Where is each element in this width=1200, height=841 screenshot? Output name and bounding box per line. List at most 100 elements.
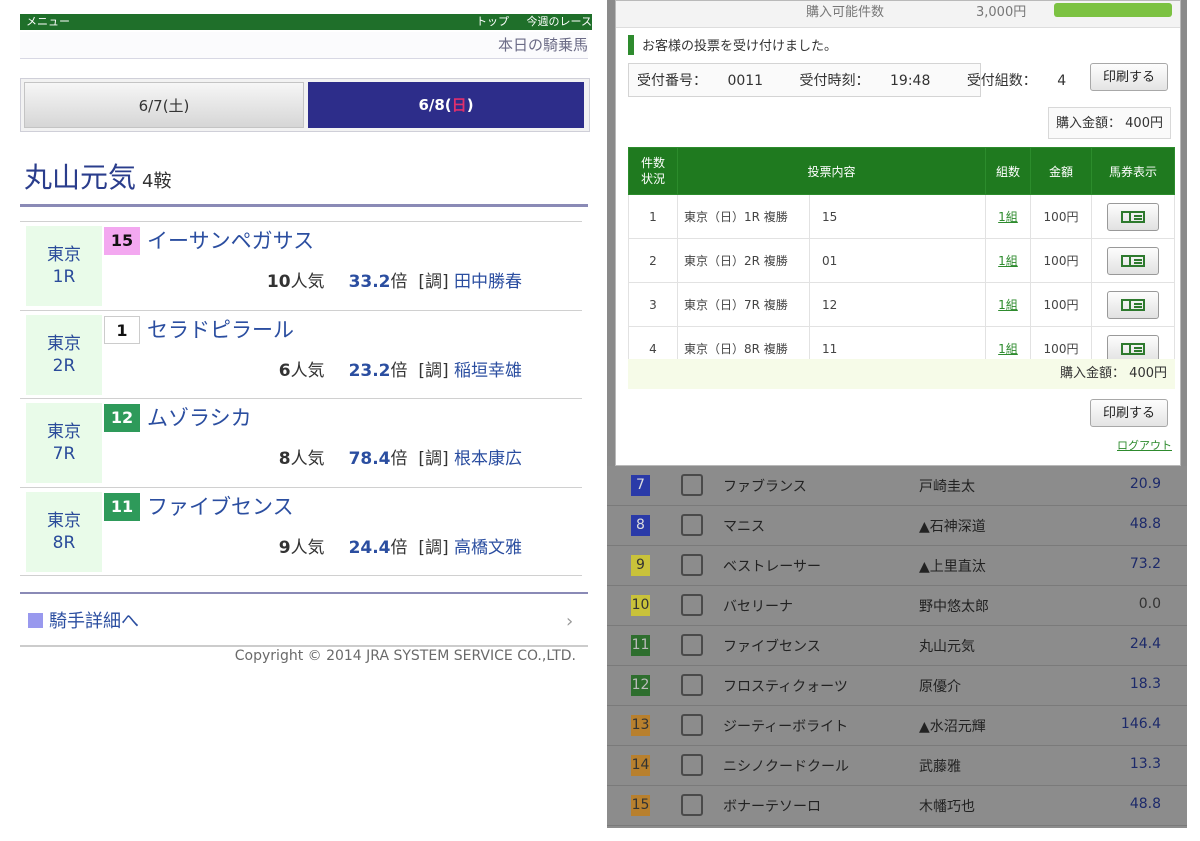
total-value: 400円 bbox=[1125, 116, 1163, 131]
race-number: 8R bbox=[52, 532, 76, 553]
select-checkbox[interactable] bbox=[681, 674, 703, 696]
total-label: 購入金額： bbox=[1060, 366, 1126, 381]
bet-row: 3 東京（日）7R 複勝 12 1組 100円 bbox=[628, 282, 1175, 327]
ride-row[interactable]: 東京 8R 11 ファイブセンス 9人気 24.4倍 [調] 高橋文雅 bbox=[20, 486, 582, 574]
odds-value: 13.3 bbox=[1129, 756, 1161, 772]
receipt-number-label: 受付番号： bbox=[637, 73, 707, 89]
select-checkbox[interactable] bbox=[681, 714, 703, 736]
top-bar: メニュー トップ 今週のレース bbox=[20, 14, 592, 30]
ride-row[interactable]: 東京 1R 15 イーサンペガサス 10人気 33.2倍 [調] 田中勝春 bbox=[20, 221, 582, 308]
odds-unit: 倍 bbox=[390, 449, 408, 469]
print-button-bottom[interactable]: 印刷する bbox=[1090, 399, 1168, 427]
horse-number-badge: 11 bbox=[631, 635, 650, 656]
select-checkbox[interactable] bbox=[681, 754, 703, 776]
select-checkbox[interactable] bbox=[681, 634, 703, 656]
bets-table: 件数 状況 投票内容 組数 金額 馬券表示 1 東京（日）1R 複勝 15 1組 100… bbox=[628, 147, 1175, 371]
horse-name: ジーティーボライト bbox=[723, 719, 849, 735]
bet-combos-cell: 1組 bbox=[985, 238, 1031, 283]
odds-value: 20.9 bbox=[1129, 476, 1161, 492]
bet-row: 2 東京（日）2R 複勝 01 1組 100円 bbox=[628, 238, 1175, 283]
bet-combos-link[interactable]: 1組 bbox=[998, 254, 1018, 268]
green-button[interactable] bbox=[1054, 3, 1172, 17]
odds-value: 78.4 bbox=[348, 449, 391, 469]
receipt-count-value: 4 bbox=[1057, 73, 1067, 89]
bet-combos-link[interactable]: 1組 bbox=[998, 210, 1018, 224]
top-link[interactable]: トップ bbox=[476, 15, 509, 28]
horse-row: 10 バセリーナ 野中悠太郎 0.0 bbox=[607, 586, 1187, 626]
this-week-races-link[interactable]: 今週のレース bbox=[527, 15, 592, 28]
race-number: 7R bbox=[52, 444, 76, 464]
popularity-number: 6 bbox=[278, 360, 291, 381]
ride-meta: 6人気 23.2倍 [調] 稲垣幸雄 bbox=[279, 358, 522, 384]
horse-name: ボナーテソーロ bbox=[723, 799, 821, 815]
odds-value: 24.4 bbox=[1129, 636, 1161, 652]
bet-index: 1 bbox=[628, 194, 678, 239]
accent-bar bbox=[628, 35, 634, 55]
popularity-unit: 人気 bbox=[290, 449, 325, 469]
horse-number-badge: 13 bbox=[631, 715, 650, 736]
popularity-unit: 人気 bbox=[290, 272, 325, 292]
horse-name: マニス bbox=[723, 519, 765, 535]
tab-sunday[interactable]: 6/8(日) bbox=[308, 82, 584, 128]
trainer-link[interactable]: 高橋文雅 bbox=[454, 538, 522, 558]
top-nav: トップ 今週のレース bbox=[462, 14, 592, 30]
popularity-number: 8 bbox=[278, 449, 291, 469]
trainer-link[interactable]: 根本康広 bbox=[454, 449, 522, 469]
select-checkbox[interactable] bbox=[681, 514, 703, 536]
ride-count: 4鞍 bbox=[142, 171, 172, 192]
col-status: 件数 状況 bbox=[628, 147, 678, 195]
col-ticket: 馬券表示 bbox=[1091, 147, 1175, 195]
copyright: Copyright © 2014 JRA SYSTEM SERVICE CO.,… bbox=[234, 648, 576, 664]
horse-name-link[interactable]: ムゾラシカ bbox=[147, 404, 252, 432]
ticket-icon bbox=[1121, 210, 1145, 223]
divider bbox=[20, 575, 582, 576]
bet-content: 東京（日）7R 複勝 bbox=[677, 282, 810, 327]
select-checkbox[interactable] bbox=[681, 794, 703, 816]
horse-name-link[interactable]: イーサンペガサス bbox=[147, 227, 314, 255]
horse-number-badge: 15 bbox=[104, 227, 140, 255]
ticket-icon bbox=[1121, 254, 1145, 267]
logout-link[interactable]: ログアウト bbox=[1117, 437, 1172, 453]
trainer-tag: [調] bbox=[418, 449, 449, 469]
receipt-count-label: 受付組数： bbox=[966, 73, 1037, 89]
receipt-number-value: 0011 bbox=[727, 73, 764, 89]
odds-value: 24.4 bbox=[348, 537, 391, 558]
ticket-view-button[interactable] bbox=[1107, 246, 1159, 275]
ticket-view-button[interactable] bbox=[1107, 290, 1159, 319]
trainer-link[interactable]: 田中勝春 bbox=[454, 272, 522, 292]
ride-row[interactable]: 東京 2R 1 セラドピラール 6人気 23.2倍 [調] 稲垣幸雄 bbox=[20, 309, 582, 397]
venue-name: 東京 bbox=[47, 422, 81, 442]
select-checkbox[interactable] bbox=[681, 554, 703, 576]
horse-row: 14 ニシノクードクール 武藤雅 13.3 bbox=[607, 746, 1187, 786]
horse-name-link[interactable]: ファイブセンス bbox=[147, 493, 294, 521]
bet-amount: 100円 bbox=[1030, 194, 1092, 239]
bet-combos-link[interactable]: 1組 bbox=[998, 298, 1018, 312]
ride-row[interactable]: 東京 7R 12 ムゾラシカ 8人気 78.4倍 [調] 根本康広 bbox=[20, 398, 582, 485]
bet-amount: 100円 bbox=[1030, 238, 1092, 283]
horse-number-badge: 11 bbox=[104, 492, 140, 521]
tab-saturday[interactable]: 6/7(土) bbox=[24, 82, 304, 128]
select-checkbox[interactable] bbox=[681, 474, 703, 496]
bet-combos-link[interactable]: 1組 bbox=[998, 342, 1018, 356]
print-button[interactable]: 印刷する bbox=[1090, 63, 1168, 91]
jockey-name: 丸山元気 bbox=[24, 161, 137, 194]
ticket-view-button[interactable] bbox=[1107, 202, 1159, 231]
horse-row: 7 ファブランス 戸崎圭太 20.9 bbox=[607, 466, 1187, 506]
horse-number-badge: 12 bbox=[104, 404, 140, 432]
jockey-detail-link[interactable]: 騎手詳細へ bbox=[28, 610, 139, 634]
horse-name: フロスティクォーツ bbox=[723, 679, 848, 695]
venue-cell: 東京 7R bbox=[26, 403, 102, 483]
ticket-cell bbox=[1091, 282, 1175, 327]
trainer-link[interactable]: 稲垣幸雄 bbox=[454, 361, 522, 381]
total-label: 購入金額： bbox=[1056, 116, 1122, 131]
horse-name-link[interactable]: セラドピラール bbox=[147, 316, 294, 344]
bet-combos-cell: 1組 bbox=[985, 194, 1031, 239]
select-checkbox[interactable] bbox=[681, 594, 703, 616]
bet-content: 東京（日）1R 複勝 bbox=[677, 194, 810, 239]
bet-combination: 15 bbox=[809, 194, 986, 239]
ticket-cell bbox=[1091, 238, 1175, 283]
menu-button[interactable]: メニュー bbox=[26, 14, 70, 30]
horse-number-badge: 8 bbox=[631, 515, 650, 536]
chevron-right-icon: › bbox=[566, 611, 574, 632]
divider bbox=[20, 645, 588, 647]
